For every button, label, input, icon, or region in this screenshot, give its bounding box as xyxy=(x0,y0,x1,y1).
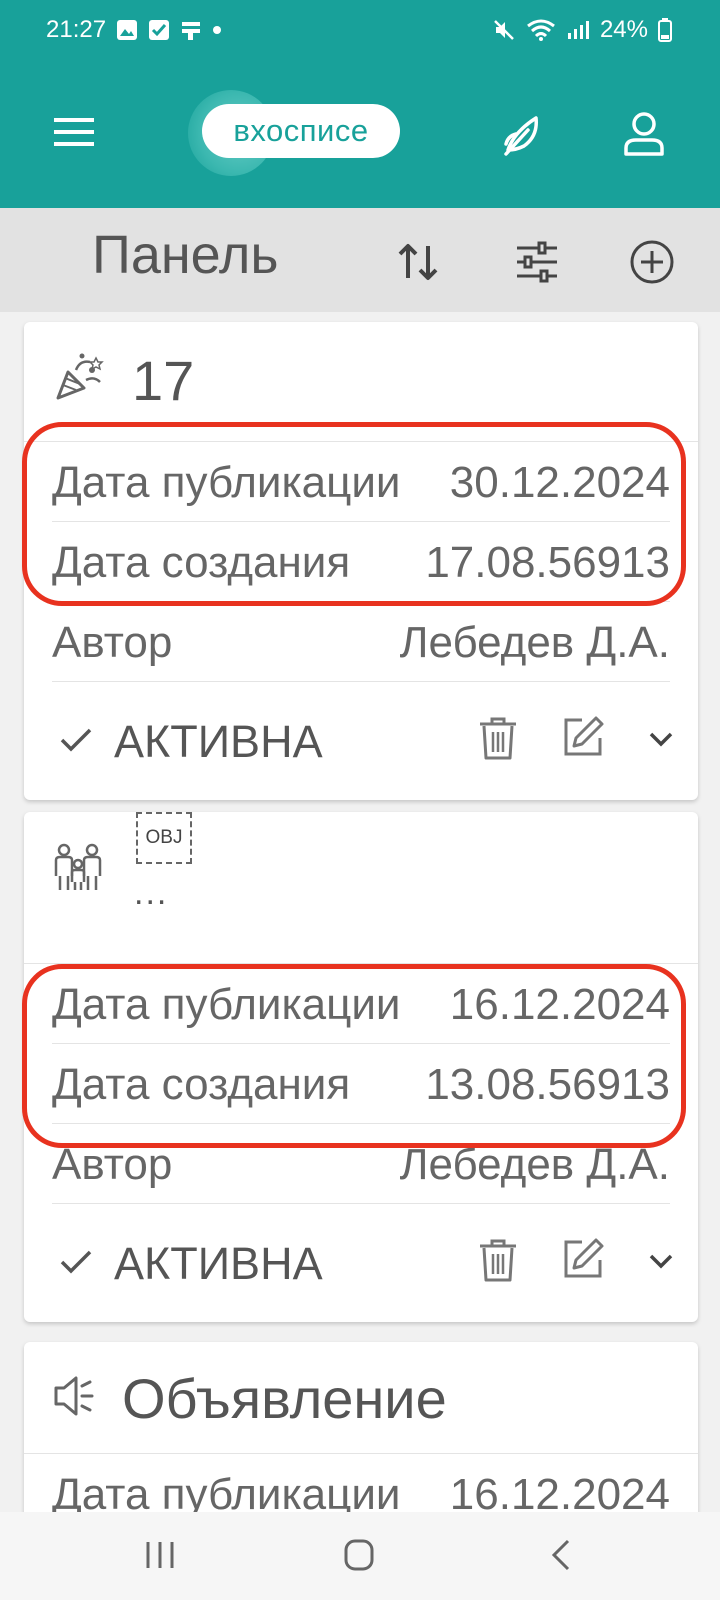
app-bar: вхосписе xyxy=(0,60,720,208)
card-header: 17 xyxy=(24,322,698,442)
signal-icon xyxy=(180,19,202,41)
checkbox-icon xyxy=(148,19,170,41)
delete-button[interactable] xyxy=(476,714,520,762)
home-button[interactable] xyxy=(340,1538,380,1574)
author-row: Автор Лебедев Д.А. xyxy=(52,602,670,682)
panel-toolbar: Панель xyxy=(0,208,720,312)
app-logo[interactable]: вхосписе xyxy=(188,90,413,176)
row-label: Автор xyxy=(52,1140,173,1189)
system-nav-bar xyxy=(0,1512,720,1600)
status-time: 21:27 xyxy=(46,16,107,43)
edit-icon xyxy=(564,1238,604,1278)
leaf-icon xyxy=(504,116,538,156)
created-date-row: Дата создания 13.08.56913 xyxy=(52,1044,670,1124)
row-value: 13.08.56913 xyxy=(425,1060,670,1109)
edit-button[interactable] xyxy=(560,714,606,760)
status-bar: 21:27 24% xyxy=(0,0,720,60)
image-icon xyxy=(116,19,138,41)
row-label: Дата создания xyxy=(52,1060,351,1109)
filter-icon xyxy=(517,241,557,283)
add-circle-icon xyxy=(630,240,674,284)
row-label: Дата публикации xyxy=(52,980,401,1029)
battery-percent: 24% xyxy=(599,16,648,43)
trash-icon xyxy=(480,1239,516,1282)
row-value: 17.08.56913 xyxy=(425,538,670,587)
row-value: 16.12.2024 xyxy=(449,1470,670,1512)
status-label: АКТИВНА xyxy=(114,716,323,767)
sort-button[interactable] xyxy=(394,238,442,286)
delete-button[interactable] xyxy=(476,1236,520,1284)
card-title: ... xyxy=(134,874,169,912)
sort-icon xyxy=(398,244,438,280)
row-value: Лебедев Д.А. xyxy=(399,618,670,667)
profile-button[interactable] xyxy=(620,110,668,158)
edit-button[interactable] xyxy=(560,1236,606,1282)
party-popper-icon xyxy=(52,352,104,409)
logo-text: вхосписе xyxy=(202,104,400,158)
chevron-down-icon xyxy=(649,1254,673,1269)
user-icon xyxy=(624,112,664,156)
row-label: Автор xyxy=(52,618,173,667)
card-actions: АКТИВНА xyxy=(24,1204,698,1322)
edit-icon xyxy=(564,716,604,756)
megaphone-icon xyxy=(52,1374,96,1423)
row-value: 16.12.2024 xyxy=(449,980,670,1029)
dot-icon xyxy=(212,25,222,35)
publication-card[interactable]: OBJ ... Дата публикации 16.12.2024 Дата … xyxy=(24,812,698,1322)
publication-card[interactable]: 17 Дата публикации 30.12.2024 Дата созда… xyxy=(24,322,698,800)
author-row: Автор Лебедев Д.А. xyxy=(52,1124,670,1204)
check-icon xyxy=(60,728,92,752)
expand-button[interactable] xyxy=(646,724,676,754)
row-label: Дата публикации xyxy=(52,1470,401,1512)
created-date-row: Дата создания 17.08.56913 xyxy=(52,522,670,602)
card-actions: АКТИВНА xyxy=(24,682,698,800)
trash-icon xyxy=(480,717,516,760)
row-value: Лебедев Д.А. xyxy=(399,1140,670,1189)
announcement-card[interactable]: Объявление Дата публикации 16.12.2024 xyxy=(24,1342,698,1512)
mute-icon xyxy=(492,18,516,42)
card-header: Объявление xyxy=(24,1342,698,1454)
card-list[interactable]: 17 Дата публикации 30.12.2024 Дата созда… xyxy=(0,312,720,1512)
back-icon xyxy=(551,1539,570,1571)
publication-date-row: Дата публикации 16.12.2024 xyxy=(52,964,670,1044)
leaf-button[interactable] xyxy=(502,112,548,158)
status-label: АКТИВНА xyxy=(114,1238,323,1289)
recent-apps-button[interactable] xyxy=(140,1538,180,1574)
check-icon xyxy=(60,1250,92,1274)
card-title: 17 xyxy=(132,349,195,412)
back-button[interactable] xyxy=(546,1538,586,1574)
wifi-icon xyxy=(526,18,556,42)
menu-icon xyxy=(54,118,94,146)
row-label: Дата публикации xyxy=(52,458,401,507)
obj-badge: OBJ xyxy=(136,812,192,864)
recent-apps-icon xyxy=(146,1542,174,1568)
add-button[interactable] xyxy=(628,238,676,286)
publication-date-row: Дата публикации 16.12.2024 xyxy=(52,1454,670,1512)
menu-button[interactable] xyxy=(52,112,98,152)
chevron-down-icon xyxy=(649,732,673,747)
expand-button[interactable] xyxy=(646,1246,676,1276)
card-header: OBJ ... xyxy=(24,812,698,964)
page-title: Панель xyxy=(92,225,279,285)
cell-signal-icon xyxy=(566,19,590,41)
publication-date-row: Дата публикации 30.12.2024 xyxy=(52,442,670,522)
card-title: Объявление xyxy=(122,1367,447,1430)
home-icon xyxy=(344,1539,374,1571)
filter-button[interactable] xyxy=(513,238,561,286)
family-icon xyxy=(52,842,104,899)
row-label: Дата создания xyxy=(52,538,351,587)
row-value: 30.12.2024 xyxy=(449,458,670,507)
battery-icon xyxy=(658,18,672,42)
